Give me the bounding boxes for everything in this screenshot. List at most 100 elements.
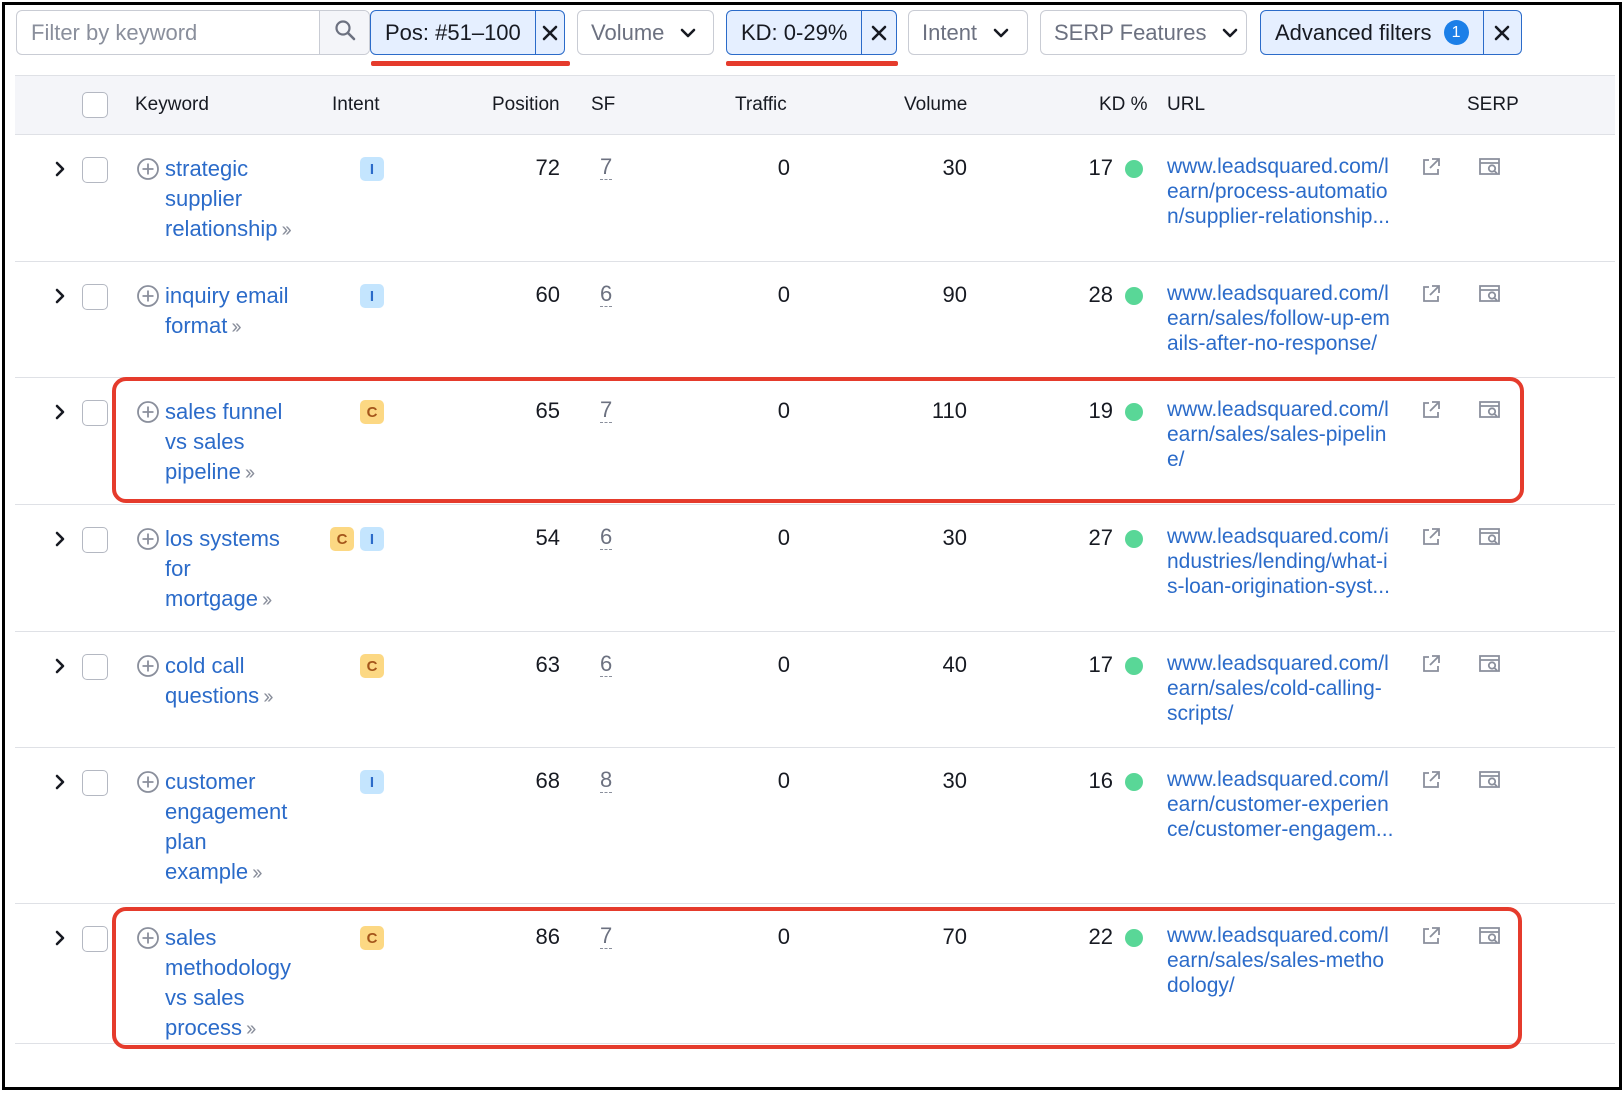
plus-circle-icon[interactable] [136,654,160,678]
row-checkbox[interactable] [82,654,108,680]
double-chevron-icon[interactable]: ›› [282,219,292,241]
serp-features-count[interactable]: 6 [600,652,613,677]
search-button[interactable] [319,11,369,54]
volume-value: 30 [942,768,967,793]
serp-snapshot-icon[interactable] [1477,526,1503,548]
header-traffic[interactable]: Traffic [735,94,787,116]
serp-features-count[interactable]: 6 [600,282,613,307]
serp-features-count[interactable]: 6 [600,525,613,550]
row-checkbox[interactable] [82,400,108,426]
kd-filter-chip[interactable]: KD: 0-29% [726,10,897,55]
serp-snapshot-icon[interactable] [1477,283,1503,305]
kd-difficulty-dot [1125,287,1143,305]
chevron-right-icon[interactable] [50,928,70,948]
close-icon[interactable] [534,11,564,54]
intent-badges: CI [330,527,390,551]
chevron-right-icon[interactable] [50,402,70,422]
double-chevron-icon[interactable]: ›› [263,686,273,708]
chevron-right-icon[interactable] [50,656,70,676]
chevron-right-icon[interactable] [50,159,70,179]
url-line: scripts/ [1167,702,1234,725]
plus-circle-icon[interactable] [136,284,160,308]
header-sf[interactable]: SF [591,94,615,116]
intent-dropdown-label: Intent [922,19,978,45]
keyword-link[interactable]: strategic supplier relationship ›› [165,154,325,245]
intent-badge: I [360,527,384,551]
serp-snapshot-icon[interactable] [1477,653,1503,675]
url-link[interactable]: www.leadsquared.com/i ndustries/lending/w… [1167,524,1417,599]
advanced-filters-chip[interactable]: Advanced filters 1 [1260,10,1522,55]
header-kd[interactable]: KD % [1099,94,1148,116]
url-link[interactable]: www.leadsquared.com/l earn/customer-exper… [1167,767,1417,842]
double-chevron-icon[interactable]: ›› [231,316,241,338]
row-checkbox[interactable] [82,284,108,310]
chevron-right-icon[interactable] [50,529,70,549]
position-value: 60 [535,282,560,307]
chevron-right-icon[interactable] [50,772,70,792]
url-link[interactable]: www.leadsquared.com/l earn/sales/cold-cal… [1167,651,1417,726]
serp-features-count[interactable]: 8 [600,768,613,793]
position-filter-chip[interactable]: Pos: #51–100 [370,10,565,55]
header-serp[interactable]: SERP [1467,94,1519,116]
intent-dropdown[interactable]: Intent [908,10,1028,55]
kd-value: 16 [1088,768,1113,793]
row-checkbox[interactable] [82,926,108,952]
select-all-checkbox[interactable] [82,92,108,118]
keyword-filter-input[interactable] [17,11,320,54]
serp-snapshot-icon[interactable] [1477,156,1503,178]
external-link-icon[interactable] [1419,768,1443,792]
keyword-text: customer [165,769,256,794]
keyword-link[interactable]: cold call questions ›› [165,651,325,712]
double-chevron-icon[interactable]: ›› [262,589,272,611]
chevron-down-icon [993,28,1009,38]
table-header: Keyword Intent Position SF Traffic Volum… [15,75,1615,135]
header-url[interactable]: URL [1167,94,1205,116]
external-link-icon[interactable] [1419,155,1443,179]
serp-features-count[interactable]: 7 [600,155,613,180]
keyword-link[interactable]: inquiry email format ›› [165,281,325,342]
header-intent[interactable]: Intent [332,94,380,116]
close-icon[interactable] [1482,11,1521,54]
row-checkbox[interactable] [82,527,108,553]
keyword-text: cold call [165,653,245,678]
header-volume[interactable]: Volume [904,94,967,116]
intent-badge: I [360,157,384,181]
keyword-text: for [165,556,191,581]
chevron-down-icon [680,28,696,38]
plus-circle-icon[interactable] [136,770,160,794]
keyword-text: supplier [165,186,243,211]
traffic-value: 0 [777,282,790,307]
serp-snapshot-icon[interactable] [1477,769,1503,791]
chevron-right-icon[interactable] [50,286,70,306]
advanced-filters-text: Advanced filters [1275,19,1432,45]
intent-badges: I [360,157,390,181]
plus-circle-icon[interactable] [136,157,160,181]
volume-dropdown-label: Volume [591,19,665,45]
serp-features-dropdown[interactable]: SERP Features [1040,10,1247,55]
position-filter-underline-annotation [371,61,570,66]
volume-dropdown[interactable]: Volume [577,10,714,55]
double-chevron-icon[interactable]: ›› [252,862,262,884]
kd-filter-label: KD: 0-29% [741,19,848,45]
table-row: cold call questions ›› C 63 6 0 40 17 www.leadsqu… [15,632,1615,748]
row-checkbox[interactable] [82,157,108,183]
keyword-link[interactable]: los systems for mortgage ›› [165,524,325,615]
row-checkbox[interactable] [82,770,108,796]
plus-circle-icon[interactable] [136,527,160,551]
external-link-icon[interactable] [1419,525,1443,549]
close-icon[interactable] [861,11,896,54]
header-position[interactable]: Position [492,94,560,116]
url-line: n/supplier-relationship... [1167,205,1390,228]
kd-difficulty-dot [1125,160,1143,178]
keyword-link[interactable]: customer engagement plan example ›› [165,767,325,888]
volume-value: 30 [942,155,967,180]
filter-bar: Pos: #51–100 Volume KD: 0-29% Intent SER [5,5,1619,75]
external-link-icon[interactable] [1419,282,1443,306]
position-value: 72 [535,155,560,180]
header-keyword[interactable]: Keyword [135,94,209,116]
url-link[interactable]: www.leadsquared.com/l earn/process-automa… [1167,154,1417,229]
magnifier-icon [334,19,356,47]
external-link-icon[interactable] [1419,652,1443,676]
screenshot-frame: Pos: #51–100 Volume KD: 0-29% Intent SER [2,2,1622,1090]
url-link[interactable]: www.leadsquared.com/l earn/sales/follow-u… [1167,281,1417,356]
